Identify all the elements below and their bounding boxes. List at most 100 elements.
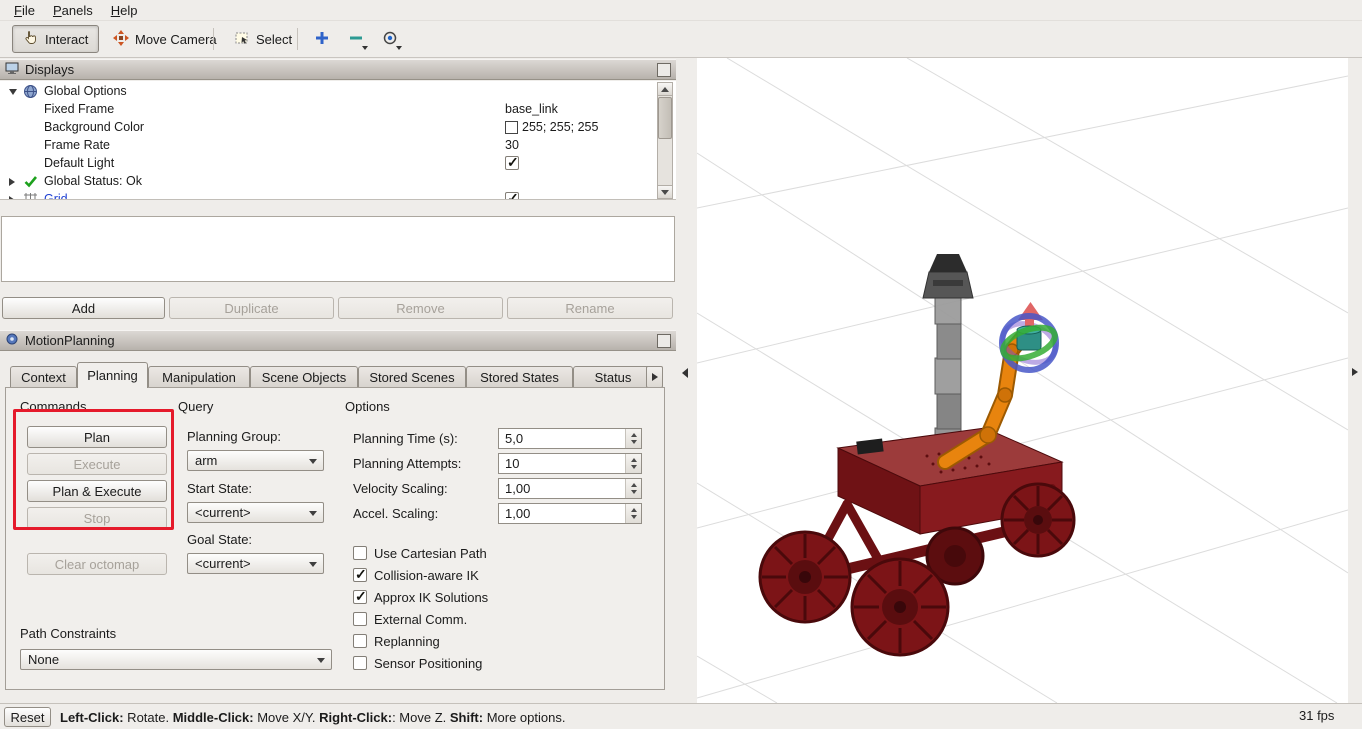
- select-tool-button[interactable]: Select: [223, 25, 303, 53]
- spin-arrows[interactable]: [625, 454, 641, 473]
- property-value[interactable]: 255; 255; 255: [505, 120, 598, 134]
- display-row-fixed-frame[interactable]: Fixed Frame base_link: [0, 101, 676, 119]
- collision-aware-ik-checkbox[interactable]: [353, 568, 367, 582]
- query-heading: Query: [178, 399, 213, 414]
- add-display-button[interactable]: Add: [2, 297, 165, 319]
- scroll-down-button[interactable]: [658, 185, 672, 198]
- start-state-combo[interactable]: <current>: [187, 502, 324, 523]
- property-label: Global Status: Ok: [44, 174, 142, 188]
- commands-heading: Commands: [20, 399, 86, 414]
- use-cartesian-path-checkbox[interactable]: [353, 546, 367, 560]
- expander-down-icon[interactable]: [9, 89, 17, 95]
- statusbar-help-text: Left-Click: Rotate. Middle-Click: Move X…: [60, 710, 565, 725]
- planning-time-label: Planning Time (s):: [353, 431, 458, 446]
- external-comm-checkbox[interactable]: [353, 612, 367, 626]
- reset-button[interactable]: Reset: [4, 707, 51, 727]
- property-value[interactable]: base_link: [505, 102, 558, 116]
- rviz-window: File Panels Help Interact Move Camera: [0, 0, 1362, 729]
- dropdown-arrow-icon: [396, 46, 402, 50]
- menu-panels[interactable]: Panels: [45, 2, 101, 19]
- approx-ik-solutions-checkbox[interactable]: [353, 590, 367, 604]
- hint-right-click: Right-Click:: [319, 710, 392, 725]
- remove-display-button[interactable]: Remove: [338, 297, 503, 319]
- displays-panel-titlebar[interactable]: Displays: [0, 59, 676, 80]
- display-row-global-status[interactable]: Global Status: Ok: [0, 173, 676, 191]
- scroll-up-button[interactable]: [658, 83, 672, 96]
- viewport-3d[interactable]: [697, 58, 1348, 703]
- display-row-background-color[interactable]: Background Color 255; 255; 255: [0, 119, 676, 137]
- panel-float-button[interactable]: [657, 334, 671, 348]
- tab-context[interactable]: Context: [10, 366, 77, 388]
- tab-scroll-right-button[interactable]: [646, 366, 663, 388]
- clear-octomap-button[interactable]: Clear octomap: [27, 553, 167, 575]
- display-row-global-options[interactable]: Global Options: [0, 83, 676, 101]
- property-value[interactable]: 30: [505, 138, 519, 152]
- panel-collapse-right-arrow[interactable]: [1352, 368, 1358, 376]
- replanning-checkbox[interactable]: [353, 634, 367, 648]
- goal-state-combo[interactable]: <current>: [187, 553, 324, 574]
- displays-tree[interactable]: Global Options Fixed Frame base_link Bac…: [0, 81, 676, 200]
- interact-tool-button[interactable]: Interact: [12, 25, 99, 53]
- execute-button[interactable]: Execute: [27, 453, 167, 475]
- rename-display-button[interactable]: Rename: [507, 297, 673, 319]
- path-constraints-combo[interactable]: None: [20, 649, 332, 670]
- tab-stored-scenes[interactable]: Stored Scenes: [358, 366, 466, 388]
- start-state-value: <current>: [195, 505, 251, 520]
- tab-status[interactable]: Status: [573, 366, 653, 388]
- tree-scrollbar[interactable]: [657, 82, 673, 199]
- tab-stored-states[interactable]: Stored States: [466, 366, 573, 388]
- status-ok-icon: [23, 174, 39, 190]
- grid-enabled-checkbox[interactable]: [505, 192, 519, 200]
- expander-right-icon[interactable]: [9, 178, 15, 186]
- menu-file[interactable]: File: [6, 2, 43, 19]
- use-cartesian-path-label: Use Cartesian Path: [374, 546, 487, 561]
- default-light-checkbox[interactable]: [505, 156, 519, 170]
- color-swatch: [505, 121, 518, 134]
- stop-button[interactable]: Stop: [27, 507, 167, 529]
- panel-float-button[interactable]: [657, 63, 671, 77]
- plan-and-execute-button[interactable]: Plan & Execute: [27, 480, 167, 502]
- panel-collapse-left-arrow[interactable]: [682, 368, 688, 378]
- scrollbar-thumb[interactable]: [658, 97, 672, 139]
- duplicate-display-button[interactable]: Duplicate: [169, 297, 334, 319]
- accel-scaling-spinbox[interactable]: 1,00: [498, 503, 642, 524]
- options-heading: Options: [345, 399, 390, 414]
- remove-tool-button[interactable]: [342, 25, 370, 53]
- plus-icon: [314, 30, 330, 49]
- move-camera-tool-button[interactable]: Move Camera: [102, 25, 228, 53]
- chevron-down-icon: [309, 459, 317, 464]
- add-tool-button[interactable]: [308, 25, 336, 53]
- display-description-box: [1, 216, 675, 282]
- toolbar-separator: [213, 28, 214, 50]
- tool-options-button[interactable]: [376, 25, 404, 53]
- toolbar-separator: [297, 28, 298, 50]
- spin-arrows[interactable]: [625, 429, 641, 448]
- planning-attempts-value: 10: [505, 456, 519, 471]
- robot-wheel-rear-left: [852, 559, 948, 655]
- external-comm-label: External Comm.: [374, 612, 467, 627]
- property-label: Background Color: [44, 120, 144, 134]
- spin-arrows[interactable]: [625, 479, 641, 498]
- planning-group-combo[interactable]: arm: [187, 450, 324, 471]
- property-label: Grid: [44, 192, 68, 200]
- planning-attempts-spinbox[interactable]: 10: [498, 453, 642, 474]
- planning-time-spinbox[interactable]: 5,0: [498, 428, 642, 449]
- display-row-default-light[interactable]: Default Light: [0, 155, 676, 173]
- global-options-icon: [23, 84, 39, 100]
- tab-manipulation[interactable]: Manipulation: [148, 366, 250, 388]
- display-row-grid[interactable]: Grid: [0, 191, 676, 200]
- spin-arrows[interactable]: [625, 504, 641, 523]
- property-label: Frame Rate: [44, 138, 110, 152]
- accel-scaling-label: Accel. Scaling:: [353, 506, 438, 521]
- fps-counter: 31 fps: [1299, 708, 1334, 723]
- tab-planning[interactable]: Planning: [77, 362, 148, 388]
- displays-panel-title: Displays: [25, 62, 74, 77]
- tab-scene-objects[interactable]: Scene Objects: [250, 366, 358, 388]
- display-row-frame-rate[interactable]: Frame Rate 30: [0, 137, 676, 155]
- menu-help[interactable]: Help: [103, 2, 146, 19]
- plan-button[interactable]: Plan: [27, 426, 167, 448]
- sensor-positioning-checkbox[interactable]: [353, 656, 367, 670]
- velocity-scaling-spinbox[interactable]: 1,00: [498, 478, 642, 499]
- motionplanning-panel-titlebar[interactable]: MotionPlanning: [0, 330, 676, 351]
- expander-right-icon[interactable]: [9, 196, 15, 200]
